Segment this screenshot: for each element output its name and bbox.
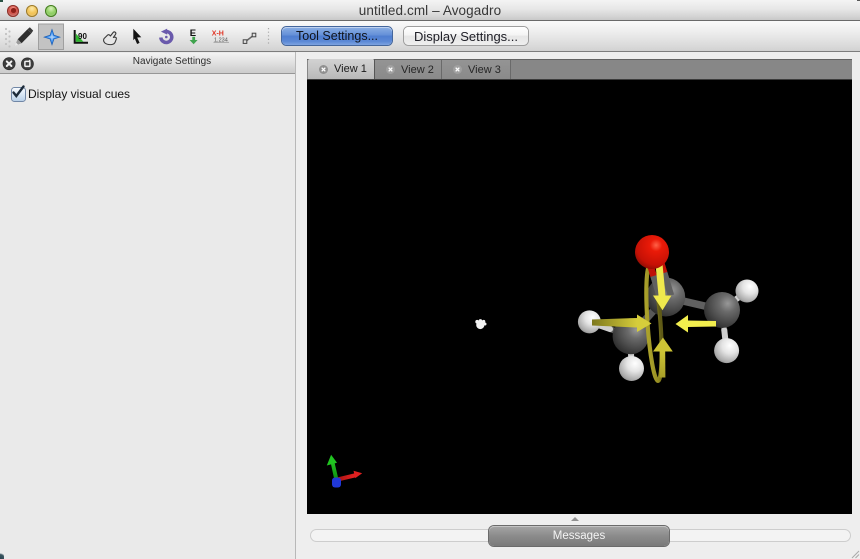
svg-text:90: 90 xyxy=(78,32,87,41)
svg-text:X-H: X-H xyxy=(212,31,224,38)
